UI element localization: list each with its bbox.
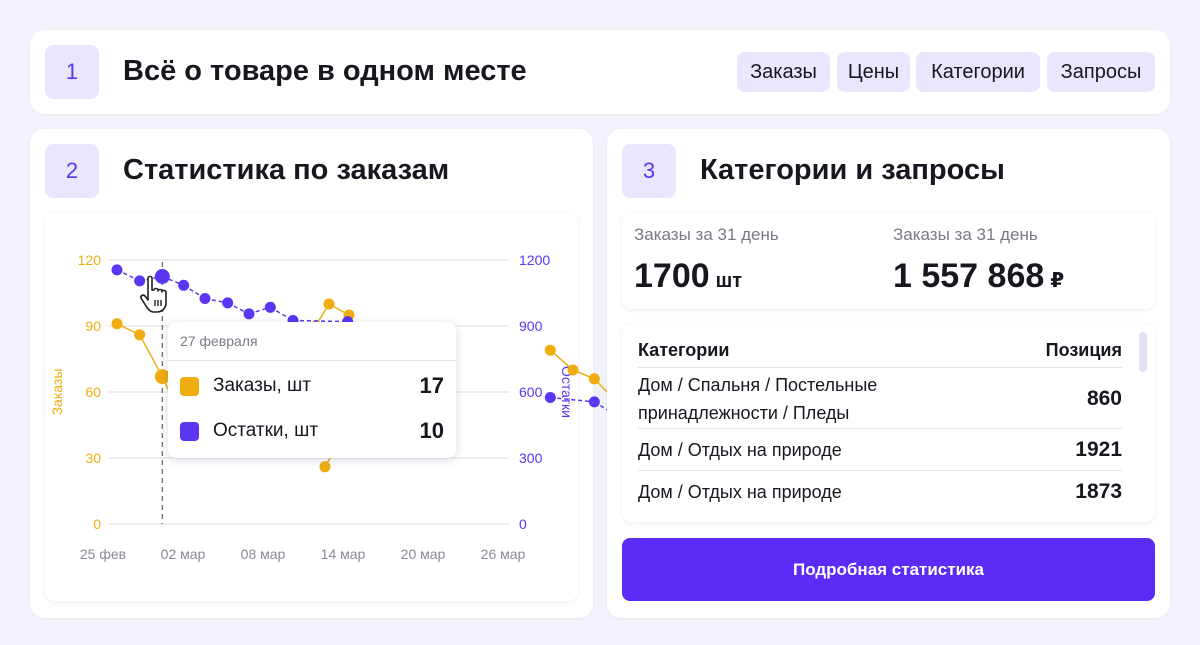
- table-row[interactable]: Дом / Отдых на природе 1921: [638, 429, 1122, 471]
- x-tick-label: 08 мар: [241, 546, 286, 562]
- stock-point: [134, 275, 146, 287]
- detailed-stats-button[interactable]: Подробная статистика: [622, 538, 1155, 601]
- stock-point: [222, 297, 234, 309]
- tooltip-orders-label: Заказы, шт: [213, 375, 311, 396]
- orders-swatch-icon: [180, 376, 199, 396]
- y-left-tick-label: 30: [85, 450, 101, 466]
- table-row[interactable]: Дом / Спальня / Постельные принадлежност…: [638, 369, 1122, 429]
- stock-point: [178, 279, 190, 291]
- orders-point: [567, 364, 579, 376]
- col-category-header: Категории: [638, 340, 730, 360]
- table-row[interactable]: Дом / Отдых на природе 1873: [638, 471, 1122, 513]
- stock-point: [154, 269, 170, 284]
- row-category: Дом / Отдых на природе: [638, 439, 842, 460]
- orders-point: [544, 344, 556, 356]
- x-tick-label: 26 мар: [481, 546, 526, 562]
- tooltip-divider: [168, 360, 456, 361]
- stock-point: [588, 396, 600, 408]
- tooltip-row-orders: Заказы, шт 17: [180, 371, 444, 401]
- orders-point: [323, 298, 335, 310]
- orders-count-value: 1700 шт: [634, 257, 742, 296]
- orders-count-caption: Заказы за 31 день: [634, 225, 779, 244]
- y-right-tick-label: 300: [519, 450, 543, 466]
- stock-point: [243, 308, 255, 320]
- orders-point: [134, 329, 146, 341]
- x-tick-label: 25 фев: [80, 546, 126, 562]
- tooltip-date: 27 февраля: [180, 333, 258, 349]
- row-category: Дом / Отдых на природе: [638, 482, 842, 502]
- categories-table[interactable]: Категории Позиция Дом / Спальня / Постел…: [622, 324, 1155, 522]
- stock-point: [199, 293, 211, 304]
- tooltip-stock-value: 10: [419, 418, 444, 443]
- y-right-tick-label: 900: [519, 318, 543, 334]
- orders-point: [588, 373, 600, 385]
- orders-sum-number: 1 557 868: [893, 257, 1045, 295]
- table-scrollbar[interactable]: [1139, 332, 1147, 372]
- y-right-tick-label: 1200: [519, 252, 550, 268]
- y-right-tick-label: 0: [519, 516, 527, 532]
- orders-count-number: 1700: [634, 257, 710, 295]
- x-tick-label: 20 мар: [401, 546, 446, 562]
- orders-sum-value: 1 557 868 ₽: [893, 257, 1064, 296]
- ruble-icon: ₽: [1050, 270, 1065, 292]
- y-right-tick-label: 600: [519, 384, 543, 400]
- x-tick-label: 14 мар: [321, 546, 366, 562]
- col-position-header: Позиция: [1045, 340, 1122, 360]
- row-position: 1921: [1075, 437, 1122, 461]
- stock-point: [264, 301, 276, 313]
- categories-table-header: Категории Позиция: [638, 334, 1122, 368]
- categories-title: Категории и запросы: [700, 154, 1005, 186]
- y-left-tick-label: 60: [85, 384, 101, 400]
- stock-point: [111, 264, 123, 276]
- tooltip-row-stock: Остатки, шт 10: [180, 416, 444, 446]
- orders-count-unit: шт: [715, 270, 743, 292]
- y-left-tick-label: 120: [78, 252, 102, 268]
- y-left-tick-label: 0: [93, 516, 101, 532]
- row-category: Дом / Спальня / Постельные принадлежност…: [638, 374, 878, 423]
- orders-summary-panel: Заказы за 31 день 1700 шт Заказы за 31 де…: [622, 213, 1155, 309]
- step-badge-3: 3: [622, 144, 676, 198]
- orders-sum-caption: Заказы за 31 день: [893, 225, 1038, 244]
- y-left-tick-label: 90: [85, 318, 101, 334]
- orders-point: [319, 461, 331, 473]
- y-left-axis-label: Заказы: [49, 369, 65, 416]
- stock-swatch-icon: [180, 421, 199, 441]
- chart-tooltip: 27 февраля Заказы, шт 17 Остатки, шт 10: [168, 322, 456, 458]
- row-position: 1873: [1075, 480, 1122, 503]
- tooltip-stock-label: Остатки, шт: [213, 420, 319, 441]
- stock-point: [544, 392, 556, 403]
- row-position: 860: [1086, 386, 1122, 410]
- tooltip-orders-value: 17: [419, 373, 444, 398]
- x-tick-label: 02 мар: [161, 546, 206, 562]
- orders-point: [111, 318, 123, 330]
